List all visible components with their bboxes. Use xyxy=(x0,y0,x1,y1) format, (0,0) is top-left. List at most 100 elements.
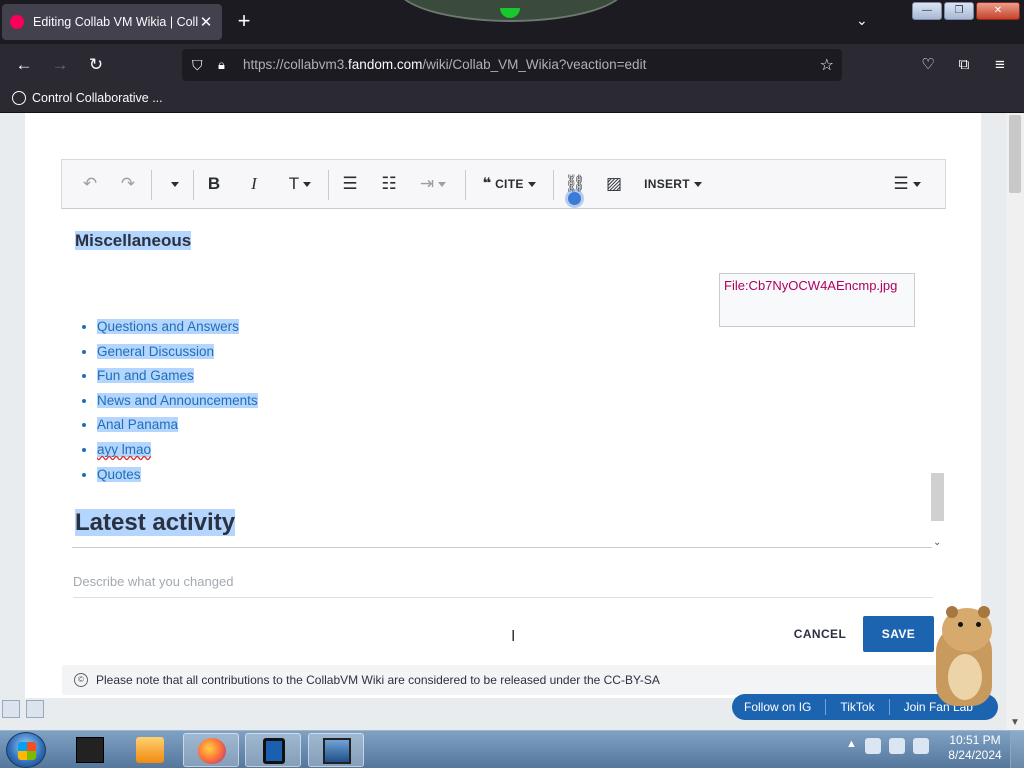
text-cursor-icon: I xyxy=(511,628,516,645)
terminal-icon xyxy=(76,737,104,763)
forward-arrow-icon[interactable]: → xyxy=(48,53,72,77)
tray-expand-icon[interactable]: ▲ xyxy=(846,738,857,754)
bold-icon[interactable]: B xyxy=(202,172,226,196)
extensions-icon[interactable]: ⧉ xyxy=(952,53,976,77)
tab-title: Editing Collab VM Wikia | Collab xyxy=(33,15,198,29)
cite-label: CITE xyxy=(495,177,524,191)
list-all-tabs-button[interactable]: ⌄ xyxy=(856,12,868,29)
links-list: Questions and Answers General Discussion… xyxy=(97,317,258,489)
cancel-button[interactable]: CANCEL xyxy=(783,618,857,650)
media-player-icon xyxy=(136,737,164,763)
taskbar-app-firefox[interactable] xyxy=(183,733,239,767)
editor-content[interactable]: Miscellaneous File:Cb7NyOCW4AEncmp.jpg Q… xyxy=(61,209,931,549)
divider xyxy=(825,699,827,715)
lock-icon[interactable]: 🔒︎ xyxy=(218,57,225,73)
tab-editing-collab-vm[interactable]: Editing Collab VM Wikia | Collab ✕ xyxy=(2,4,222,40)
list-item[interactable]: Questions and Answers xyxy=(97,317,258,342)
page-options-menu-icon[interactable]: ☰ xyxy=(890,172,924,196)
taskbar-app-terminal[interactable] xyxy=(62,733,118,767)
paragraph-format-dropdown[interactable] xyxy=(162,172,184,196)
toolbar-separator xyxy=(465,170,466,200)
save-button[interactable]: SAVE xyxy=(863,616,934,652)
editor-scrollbar-thumb[interactable] xyxy=(931,473,944,521)
url-text[interactable]: https://collabvm3.fandom.com/wiki/Collab… xyxy=(243,57,646,72)
fandom-favicon-icon xyxy=(10,15,24,29)
chevron-down-icon[interactable]: ⌄ xyxy=(933,537,941,548)
bookmark-star-icon[interactable]: ☆ xyxy=(820,55,834,75)
text-style-dropdown-icon[interactable]: T xyxy=(282,172,318,196)
editor-scrollbar[interactable]: ⌄ xyxy=(929,209,946,549)
system-tray: ▲ xyxy=(846,738,929,754)
copyright-icon: © xyxy=(74,673,88,687)
cite-button[interactable]: ❝ CITE xyxy=(476,172,542,196)
heading-miscellaneous[interactable]: Miscellaneous xyxy=(75,231,192,251)
vm-overlay-notch xyxy=(395,0,627,22)
bullet-list-icon[interactable]: ☰ xyxy=(338,172,362,196)
back-arrow-icon[interactable]: ← xyxy=(12,53,36,77)
thumbnail-icon[interactable] xyxy=(2,700,20,718)
hamster-mascot-image xyxy=(928,604,1006,708)
show-desktop-button[interactable] xyxy=(1010,731,1024,768)
list-item[interactable]: News and Announcements xyxy=(97,391,258,416)
toolbar-separator xyxy=(553,170,554,200)
list-item[interactable]: General Discussion xyxy=(97,342,258,367)
tracking-shield-icon[interactable]: ⛉ xyxy=(192,57,203,74)
italic-icon[interactable]: I xyxy=(242,172,266,196)
toolbar-separator xyxy=(193,170,194,200)
pocket-icon[interactable]: ♡ xyxy=(916,53,940,77)
network-icon[interactable] xyxy=(864,738,881,754)
tab-bar: Editing Collab VM Wikia | Collab ✕ + ⌄ —… xyxy=(0,0,1024,44)
minimize-button[interactable]: — xyxy=(912,2,942,20)
insert-button[interactable]: INSERT xyxy=(640,172,706,196)
image-icon[interactable]: ▨ xyxy=(602,172,626,196)
taskbar-app-media[interactable] xyxy=(122,733,178,767)
reload-icon[interactable]: ↻ xyxy=(84,53,108,77)
list-item[interactable]: Anal Panama xyxy=(97,415,258,440)
page-scrollbar[interactable]: ▼ xyxy=(1006,113,1024,730)
edit-summary-input[interactable]: Describe what you changed xyxy=(73,574,933,598)
close-window-button[interactable]: ✕ xyxy=(976,2,1020,20)
start-button[interactable] xyxy=(6,732,46,768)
tablet-icon xyxy=(263,738,285,764)
divider xyxy=(888,699,890,715)
scroll-down-arrow-icon[interactable]: ▼ xyxy=(1010,717,1020,728)
list-item[interactable]: ayy lmao xyxy=(97,440,258,465)
close-tab-icon[interactable]: ✕ xyxy=(198,13,214,31)
editor-toolbar: ↶ ↷ B I T ☰ ☷ ⇥ ❝ CITE ⛓ ▨ INSERT ☰ xyxy=(61,159,946,209)
file-link[interactable]: File:Cb7NyOCW4AEncmp.jpg xyxy=(724,278,897,293)
display-icon[interactable] xyxy=(888,738,905,754)
indent-dropdown-icon[interactable]: ⇥ xyxy=(414,172,452,196)
thumbnail-icon[interactable] xyxy=(26,700,44,718)
address-bar[interactable]: ⛉ 🔒︎ https://collabvm3.fandom.com/wiki/C… xyxy=(182,49,842,81)
numbered-list-icon[interactable]: ☷ xyxy=(377,172,401,196)
globe-icon xyxy=(12,91,26,105)
list-item[interactable]: Quotes xyxy=(97,465,258,490)
tiktok-link[interactable]: TikTok xyxy=(840,700,874,714)
taskbar-clock[interactable]: 10:51 PM 8/24/2024 xyxy=(944,733,1006,763)
page-scrollbar-thumb[interactable] xyxy=(1009,115,1021,193)
toolbar-separator xyxy=(328,170,329,200)
quote-icon: ❝ xyxy=(482,175,492,192)
follow-ig-link[interactable]: Follow on IG xyxy=(744,700,811,714)
toolbar-separator xyxy=(151,170,152,200)
navigation-bar: ← → ↻ ⛉ 🔒︎ https://collabvm3.fandom.com/… xyxy=(0,44,1024,86)
list-item[interactable]: Fun and Games xyxy=(97,366,258,391)
file-embed-box[interactable]: File:Cb7NyOCW4AEncmp.jpg xyxy=(719,273,915,327)
clock-time: 10:51 PM xyxy=(949,733,1001,747)
status-led-icon xyxy=(500,8,520,18)
window-controls: — ❐ ✕ xyxy=(912,2,1020,20)
redo-icon[interactable]: ↷ xyxy=(116,172,140,196)
clock-date: 8/24/2024 xyxy=(948,748,1002,762)
taskbar-app-device[interactable] xyxy=(245,733,301,767)
taskbar-app-window[interactable] xyxy=(308,733,364,767)
menu-hamburger-icon[interactable]: ≡ xyxy=(988,53,1012,77)
undo-icon[interactable]: ↶ xyxy=(78,172,102,196)
bookmark-control-collaborative[interactable]: Control Collaborative ... xyxy=(12,91,163,105)
bookmarks-bar: Control Collaborative ... xyxy=(0,86,1024,113)
insert-label: INSERT xyxy=(644,177,690,191)
volume-icon[interactable] xyxy=(912,738,929,754)
restore-button[interactable]: ❐ xyxy=(944,2,974,20)
new-tab-button[interactable]: + xyxy=(234,10,254,32)
heading-latest-activity[interactable]: Latest activity xyxy=(75,509,236,537)
license-text: Please note that all contributions to th… xyxy=(96,673,660,687)
